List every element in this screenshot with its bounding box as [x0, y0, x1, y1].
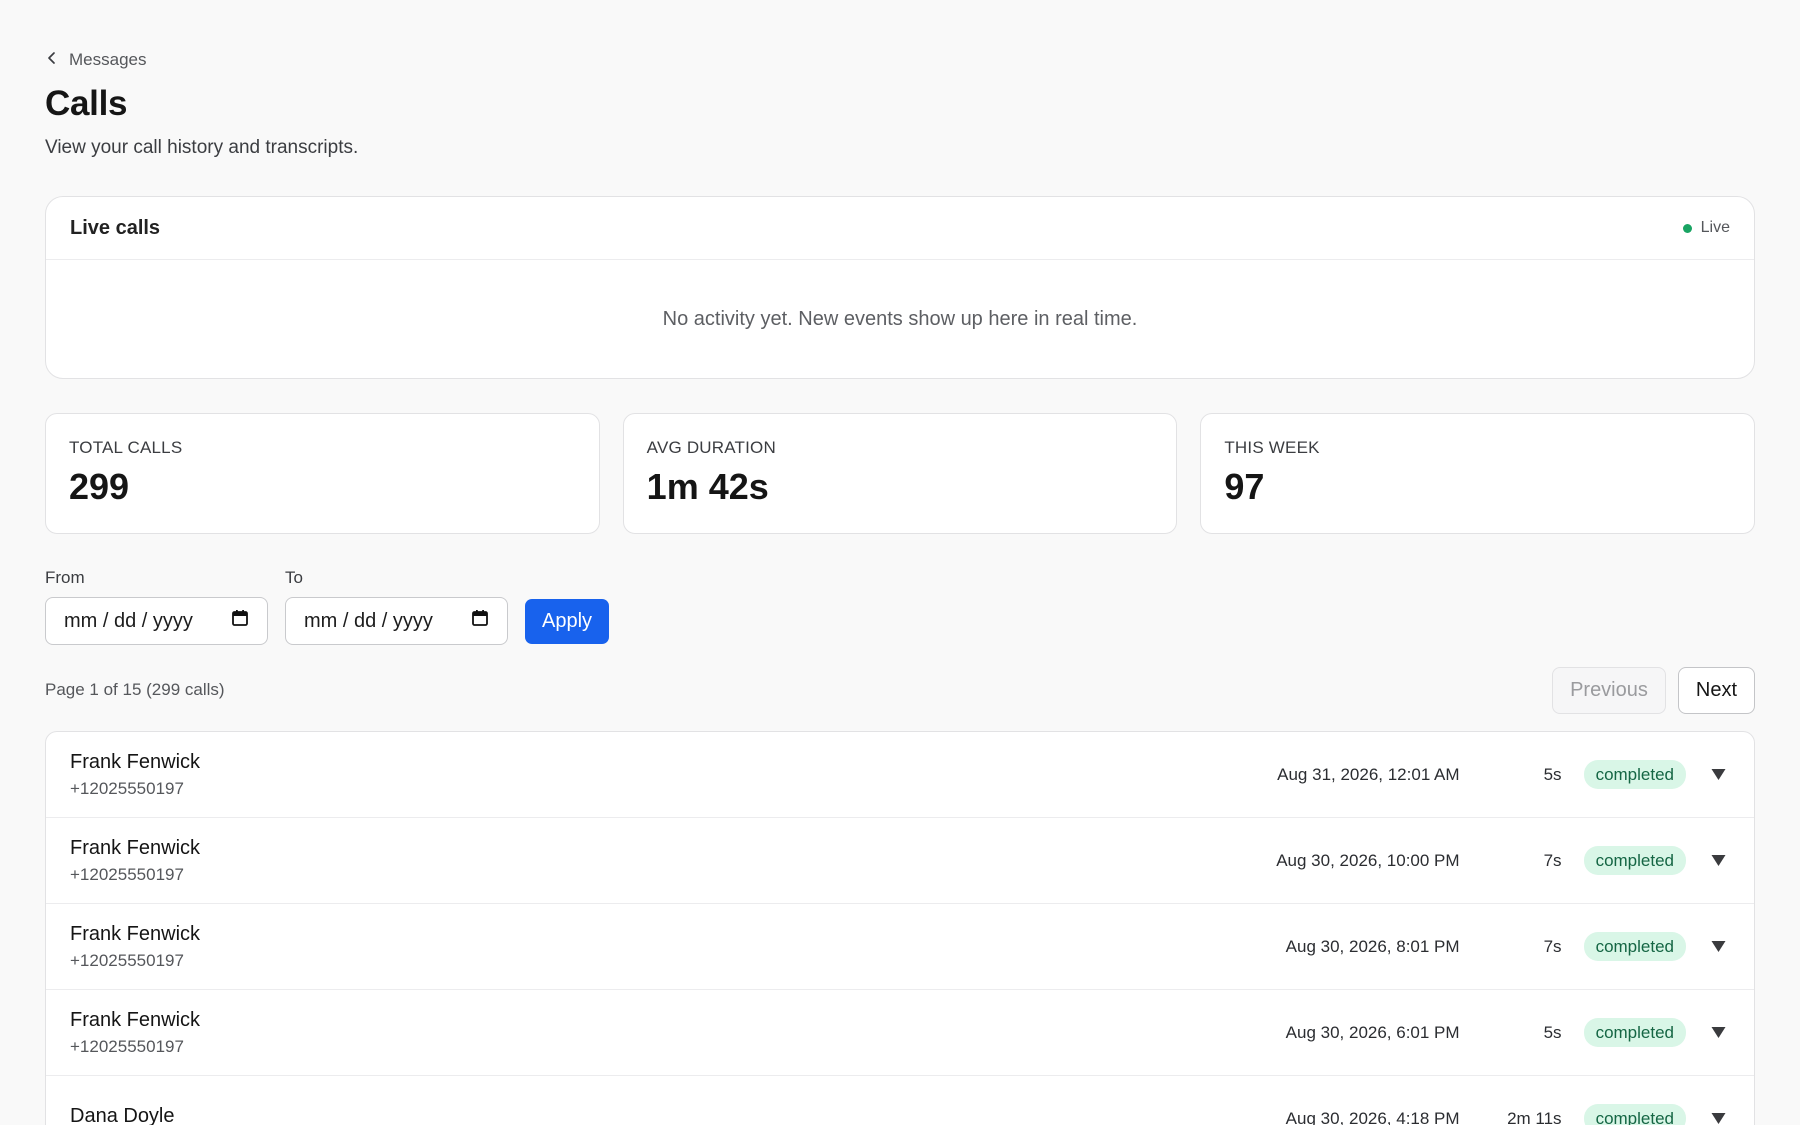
- page-subtitle: View your call history and transcripts.: [45, 137, 359, 158]
- to-date-value: mm / dd / yyyy: [304, 609, 433, 632]
- call-timestamp: Aug 31, 2026, 12:01 AM: [1277, 764, 1460, 784]
- caller-info: Dana Doyle: [70, 1105, 1200, 1125]
- caller-info: Frank Fenwick +12025550197: [70, 1009, 1200, 1057]
- back-link-label: Messages: [69, 50, 147, 69]
- caller-name: Frank Fenwick: [70, 922, 201, 945]
- caller-name: Frank Fenwick: [70, 1008, 201, 1031]
- call-list: Frank Fenwick +12025550197 Aug 31, 2026,…: [45, 731, 1755, 1125]
- stat-card-avg-duration: AVG DURATION 1m 42s: [622, 413, 1178, 534]
- from-date-input[interactable]: mm / dd / yyyy: [45, 597, 268, 645]
- caller-info: Frank Fenwick +12025550197: [70, 923, 1200, 971]
- status-badge: completed: [1583, 932, 1686, 961]
- caller-name: Frank Fenwick: [70, 750, 201, 773]
- status-badge: completed: [1583, 1018, 1686, 1047]
- stat-value: 299: [69, 466, 130, 507]
- call-row[interactable]: Frank Fenwick +12025550197 Aug 30, 2026,…: [46, 818, 1754, 904]
- call-duration: 5s: [1543, 764, 1562, 784]
- live-status-label: Live: [1700, 219, 1730, 236]
- stats-row: TOTAL CALLS 299 AVG DURATION 1m 42s THIS…: [45, 413, 1756, 534]
- caller-info: Frank Fenwick +12025550197: [70, 751, 1200, 799]
- live-calls-empty-state: No activity yet. New events show up here…: [662, 307, 1138, 330]
- caller-name: Frank Fenwick: [70, 836, 201, 859]
- live-calls-title: Live calls: [70, 216, 161, 239]
- triangle-down-icon[interactable]: [1706, 768, 1730, 781]
- call-duration: 7s: [1543, 850, 1562, 870]
- caller-info: Frank Fenwick +12025550197: [70, 837, 1200, 885]
- from-label: From: [45, 568, 85, 587]
- caller-phone: +12025550197: [70, 778, 184, 798]
- to-date-input[interactable]: mm / dd / yyyy: [285, 597, 508, 645]
- call-timestamp: Aug 30, 2026, 4:18 PM: [1285, 1108, 1460, 1125]
- pagination-controls: Previous Next: [1552, 667, 1755, 714]
- live-calls-card: Live calls Live No activity yet. New eve…: [45, 196, 1755, 379]
- status-badge: completed: [1583, 760, 1686, 789]
- stat-label: TOTAL CALLS: [69, 438, 183, 457]
- live-calls-header: Live calls Live: [46, 197, 1754, 260]
- triangle-down-icon[interactable]: [1706, 1112, 1730, 1125]
- stat-value: 97: [1224, 466, 1265, 507]
- back-to-messages-link[interactable]: Messages: [45, 50, 146, 70]
- calls-page: Messages Calls View your call history an…: [0, 0, 1800, 1125]
- next-button[interactable]: Next: [1677, 667, 1755, 714]
- triangle-down-icon[interactable]: [1706, 940, 1730, 953]
- page-title: Calls: [45, 84, 128, 123]
- caller-phone: +12025550197: [70, 864, 184, 884]
- triangle-down-icon[interactable]: [1706, 1026, 1730, 1039]
- to-field: To mm / dd / yyyy: [285, 568, 508, 645]
- call-duration: 5s: [1543, 1022, 1562, 1042]
- live-status-indicator: Live: [1682, 219, 1730, 237]
- chevron-left-icon: [45, 50, 59, 70]
- call-timestamp: Aug 30, 2026, 10:00 PM: [1276, 850, 1460, 870]
- stat-value: 1m 42s: [646, 466, 769, 507]
- status-badge: completed: [1583, 846, 1686, 875]
- status-badge: completed: [1583, 1104, 1686, 1125]
- previous-button[interactable]: Previous: [1552, 667, 1666, 714]
- live-dot-icon: [1682, 223, 1692, 233]
- call-row[interactable]: Frank Fenwick +12025550197 Aug 30, 2026,…: [46, 990, 1754, 1076]
- apply-button[interactable]: Apply: [525, 599, 610, 644]
- calendar-icon[interactable]: [231, 609, 249, 633]
- stat-label: THIS WEEK: [1224, 438, 1320, 457]
- call-duration: 2m 11s: [1507, 1108, 1562, 1125]
- stat-card-this-week: THIS WEEK 97: [1200, 413, 1756, 534]
- call-timestamp: Aug 30, 2026, 6:01 PM: [1285, 1022, 1460, 1042]
- call-row[interactable]: Dana Doyle Aug 30, 2026, 4:18 PM 2m 11s …: [46, 1076, 1754, 1125]
- call-duration: 7s: [1543, 936, 1562, 956]
- call-row[interactable]: Frank Fenwick +12025550197 Aug 31, 2026,…: [46, 732, 1754, 818]
- from-date-value: mm / dd / yyyy: [64, 609, 193, 632]
- calendar-icon[interactable]: [471, 609, 489, 633]
- date-filters: From mm / dd / yyyy To mm / dd / yyyy Ap…: [45, 568, 610, 645]
- call-row[interactable]: Frank Fenwick +12025550197 Aug 30, 2026,…: [46, 904, 1754, 990]
- stat-label: AVG DURATION: [646, 438, 776, 457]
- caller-phone: +12025550197: [70, 950, 184, 970]
- call-timestamp: Aug 30, 2026, 8:01 PM: [1285, 936, 1460, 956]
- to-label: To: [285, 568, 303, 587]
- caller-phone: +12025550197: [70, 1036, 184, 1056]
- caller-name: Dana Doyle: [70, 1104, 175, 1125]
- from-field: From mm / dd / yyyy: [45, 568, 268, 645]
- pagination-info: Page 1 of 15 (299 calls): [45, 680, 225, 699]
- stat-card-total-calls: TOTAL CALLS 299: [45, 413, 600, 534]
- triangle-down-icon[interactable]: [1706, 854, 1730, 867]
